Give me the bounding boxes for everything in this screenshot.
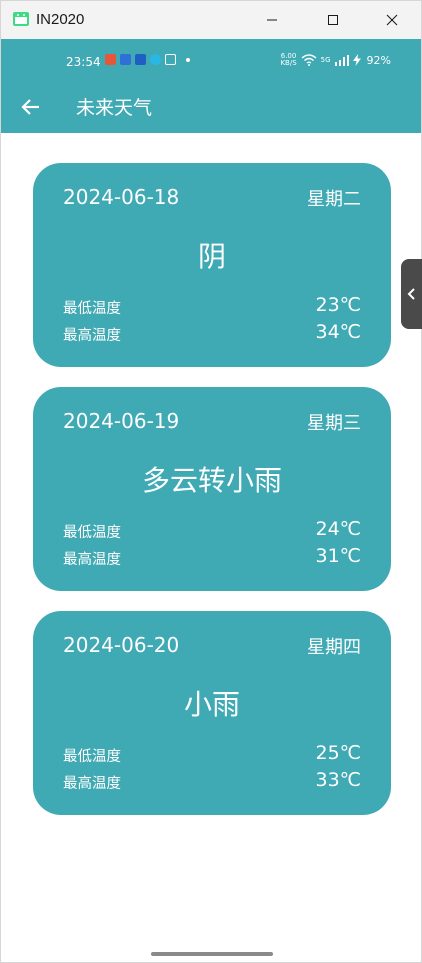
signal-label: 5G — [320, 56, 331, 64]
low-temp-value: 25℃ — [315, 742, 361, 764]
high-temp-value: 31℃ — [315, 545, 361, 567]
network-speed: 6.00 KB/S — [280, 53, 296, 67]
page-title: 未来天气 — [76, 97, 153, 119]
high-temp-label: 最高温度 — [63, 328, 121, 344]
forecast-date: 2024-06-20 — [63, 633, 180, 657]
high-temp-label: 最高温度 — [63, 552, 121, 568]
emulator-window: IN2020 23:54 6.00 KB/S 5G 92% 未来天气 2024-… — [0, 0, 422, 963]
cell-signal-icon — [334, 54, 349, 66]
notification-bird-icon — [150, 54, 161, 65]
back-arrow-icon — [21, 99, 39, 115]
notification-icons — [105, 54, 190, 65]
notification-nfc-icon — [165, 54, 176, 65]
forecast-weather: 阴 — [197, 240, 226, 273]
chevron-left-icon — [407, 288, 415, 300]
forecast-weekday: 星期二 — [307, 189, 361, 210]
forecast-weekday: 星期四 — [307, 637, 361, 658]
home-gesture-bar[interactable] — [151, 952, 273, 956]
notification-star-icon — [135, 54, 146, 65]
forecast-date: 2024-06-19 — [63, 409, 180, 433]
forecast-date: 2024-06-18 — [63, 185, 180, 209]
charging-bolt-icon — [352, 54, 361, 66]
high-temp-value: 33℃ — [315, 769, 361, 791]
low-temp-value: 23℃ — [315, 294, 361, 316]
minimize-button[interactable] — [249, 1, 295, 39]
app-icon — [12, 11, 30, 27]
minimize-icon — [267, 19, 277, 21]
high-temp-label: 最高温度 — [63, 776, 121, 792]
network-speed-unit: KB/S — [280, 59, 297, 67]
forecast-weather: 小雨 — [183, 688, 240, 721]
low-temp-value: 24℃ — [315, 518, 361, 540]
status-bar: 23:54 6.00 KB/S 5G 92% — [1, 39, 421, 85]
low-temp-label: 最低温度 — [63, 525, 121, 541]
window-title: IN2020 — [36, 11, 85, 28]
wifi-icon — [301, 54, 317, 66]
maximize-button[interactable] — [310, 1, 356, 39]
window-titlebar[interactable]: IN2020 — [1, 1, 421, 39]
close-button[interactable] — [369, 1, 415, 39]
high-temp-value: 34℃ — [315, 321, 361, 343]
low-temp-label: 最低温度 — [63, 301, 121, 317]
maximize-icon — [328, 15, 338, 25]
forecast-card[interactable]: 2024-06-19 星期三 多云转小雨 最低温度 24℃ 最高温度 31℃ — [33, 387, 391, 591]
system-icons: 6.00 KB/S 5G 92% — [280, 53, 391, 67]
notification-shield-icon — [120, 54, 131, 65]
app-bar: 未来天气 — [1, 85, 421, 133]
close-icon — [386, 14, 398, 26]
side-panel-toggle[interactable] — [401, 259, 422, 329]
low-temp-label: 最低温度 — [63, 749, 121, 765]
forecast-card[interactable]: 2024-06-20 星期四 小雨 最低温度 25℃ 最高温度 33℃ — [33, 611, 391, 815]
forecast-weekday: 星期三 — [307, 413, 361, 434]
more-notifications-dot-icon — [186, 58, 190, 62]
forecast-weather: 多云转小雨 — [141, 464, 282, 497]
back-button[interactable] — [19, 95, 43, 119]
notification-app-icon — [105, 54, 116, 65]
forecast-card[interactable]: 2024-06-18 星期二 阴 最低温度 23℃ 最高温度 34℃ — [33, 163, 391, 367]
status-time: 23:54 — [66, 55, 101, 69]
battery-percentage: 92% — [366, 53, 391, 67]
